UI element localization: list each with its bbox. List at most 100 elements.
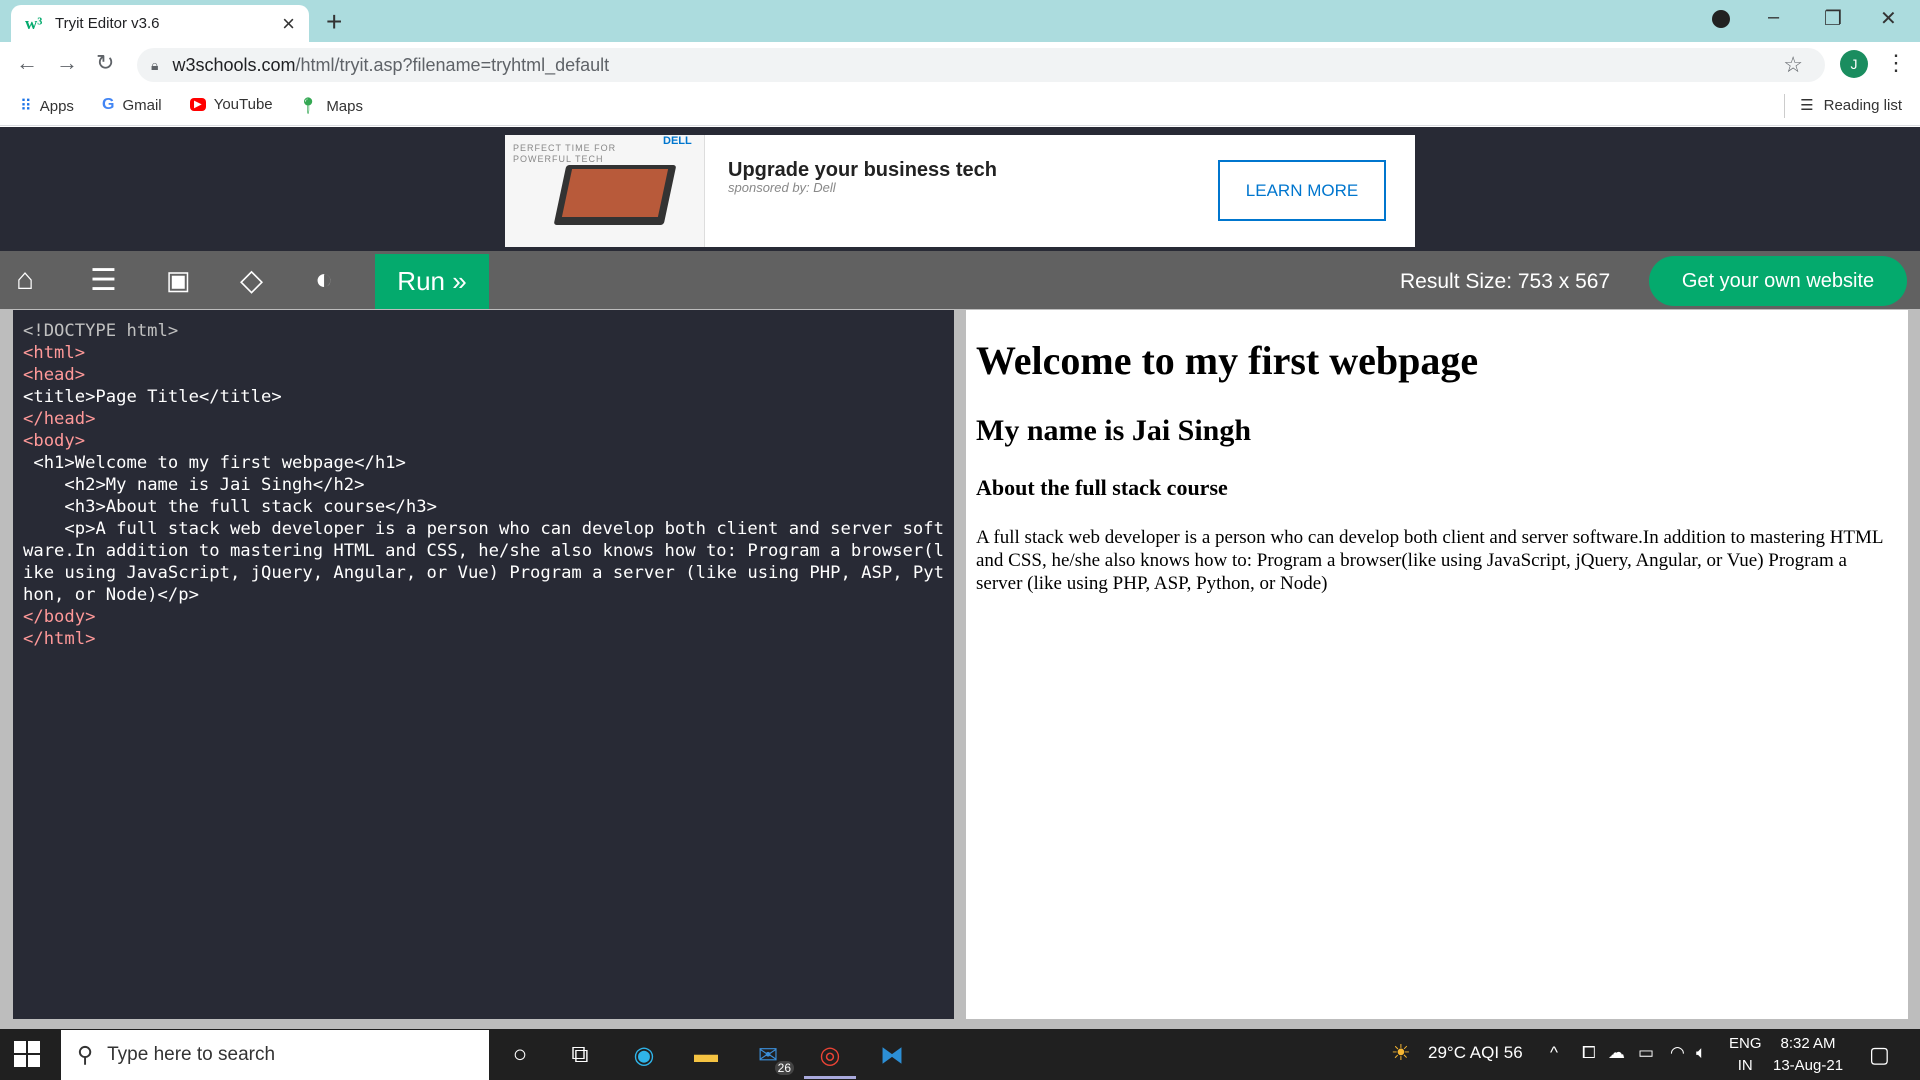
meet-now-icon[interactable]: ⧠	[1582, 1043, 1596, 1063]
url-input[interactable]: 🔒︎ w3schools.com/html/tryit.asp?filename…	[137, 48, 1825, 82]
code-line: <!DOCTYPE html>	[23, 321, 179, 341]
notification-icon[interactable]: ▢	[1869, 1042, 1890, 1068]
code-line: <p>A full stack web developer is a perso…	[23, 519, 944, 605]
code-line: </html>	[23, 629, 96, 649]
browser-tab-bar: w³ Tryit Editor v3.6 × + – ❐ ✕	[0, 0, 1920, 42]
battery-icon[interactable]: ▭	[1638, 1043, 1654, 1063]
back-icon[interactable]: ←	[16, 50, 38, 76]
wifi-icon[interactable]: ◠	[1670, 1043, 1685, 1063]
weather-text[interactable]: 29°C AQI 56	[1428, 1043, 1523, 1063]
result-heading-2: My name is Jai Singh	[976, 414, 1252, 447]
tab-search-icon[interactable]	[1712, 10, 1730, 28]
code-line: <title>Page Title</title>	[23, 387, 282, 407]
tab-title: Tryit Editor v3.6	[55, 15, 160, 32]
result-frame: Welcome to my first webpage My name is J…	[966, 310, 1908, 1019]
taskbar-search-input[interactable]: ⚲ Type here to search	[61, 1030, 489, 1080]
ad-text: Upgrade your business tech sponsored by:…	[728, 159, 997, 195]
result-paragraph: A full stack web developer is a person w…	[976, 527, 1883, 594]
forward-icon[interactable]: →	[56, 50, 78, 76]
google-icon: G	[102, 96, 115, 113]
file-explorer-icon[interactable]: ▬	[686, 1039, 726, 1071]
weather-icon: ☀	[1391, 1040, 1411, 1065]
browser-menu-icon[interactable]: ⋮	[1885, 50, 1907, 76]
reading-list-label: Reading list	[1823, 96, 1902, 114]
lock-icon: 🔒︎	[151, 56, 159, 73]
code-line: <body>	[23, 431, 86, 451]
ad-strip: PERFECT TIME FOR POWERFUL TECH DELL Upgr…	[0, 127, 1920, 251]
close-window-icon[interactable]: ✕	[1880, 6, 1897, 31]
search-icon: ⚲	[77, 1042, 94, 1067]
profile-avatar[interactable]: J	[1840, 50, 1868, 78]
mail-icon[interactable]: ✉ 26	[748, 1039, 794, 1075]
menu-icon[interactable]: ☰	[90, 263, 117, 298]
bookmark-gmail[interactable]: G Gmail	[102, 96, 162, 114]
ad-image: PERFECT TIME FOR POWERFUL TECH DELL	[505, 135, 705, 247]
save-icon[interactable]: ▣	[166, 265, 191, 296]
close-tab-icon[interactable]: ×	[282, 11, 295, 37]
code-line: <html>	[23, 343, 86, 363]
bookmarks-bar: ⠿ Apps G Gmail ▶ YouTube 📍︎ Maps ☰ Reading li…	[0, 88, 1920, 126]
ad-tagline: PERFECT TIME FOR POWERFUL TECH	[513, 143, 617, 164]
url-path: /html/tryit.asp?filename=tryhtml_default	[295, 54, 610, 75]
ad-sponsor: sponsored by: Dell	[728, 180, 836, 195]
new-tab-icon[interactable]: +	[326, 6, 342, 38]
chrome-icon[interactable]: ◎	[804, 1039, 856, 1079]
code-line: </body>	[23, 607, 96, 627]
windows-taskbar: ⚲ Type here to search ○ ⧉ ◉ ▬ ✉ 26 ◎ ⧓ ☀ 2…	[0, 1029, 1920, 1080]
dell-logo: DELL	[663, 135, 692, 147]
volume-icon[interactable]: 🔈︎	[1696, 1043, 1706, 1063]
clock[interactable]: 8:32 AM 13-Aug-21	[1773, 1033, 1843, 1077]
tryit-toolbar: ⌂ ☰ ▣ ◇ ◐ Run » Result Size: 753 x 567 G…	[0, 251, 1920, 309]
bookmark-label: YouTube	[213, 96, 273, 113]
bookmark-label: Gmail	[122, 96, 162, 114]
code-line: <h1>Welcome to my first webpage</h1>	[23, 453, 406, 473]
reload-icon[interactable]: ↻	[96, 50, 114, 76]
code-line: <h3>About the full stack course</h3>	[23, 497, 437, 517]
bookmark-label: Maps	[326, 97, 363, 115]
language-indicator[interactable]: ENG IN	[1729, 1033, 1762, 1077]
code-editor[interactable]: <!DOCTYPE html> <html> <head> <title>Pag…	[13, 310, 954, 1019]
learn-more-button[interactable]: LEARN MORE	[1218, 160, 1386, 221]
bookmark-star-icon[interactable]: ☆	[1783, 52, 1803, 78]
rotate-icon[interactable]: ◇	[240, 263, 263, 298]
cortana-icon[interactable]: ○	[500, 1039, 540, 1071]
onedrive-icon[interactable]: ☁	[1608, 1043, 1625, 1063]
chevron-up-icon[interactable]: ^	[1550, 1043, 1558, 1063]
result-size-label: Result Size: 753 x 567	[1400, 270, 1611, 293]
bookmark-youtube[interactable]: ▶ YouTube	[190, 96, 273, 113]
maps-icon: 📍︎	[298, 98, 319, 115]
browser-tab[interactable]: w³ Tryit Editor v3.6 ×	[11, 5, 309, 42]
url-host: w3schools.com	[172, 54, 296, 75]
lang-bottom: IN	[1737, 1057, 1753, 1074]
youtube-icon: ▶	[190, 98, 206, 111]
task-view-icon[interactable]: ⧉	[560, 1039, 600, 1071]
edge-icon[interactable]: ◉	[624, 1039, 664, 1071]
bookmark-maps[interactable]: 📍︎ Maps	[298, 96, 363, 116]
bookmark-label: Apps	[39, 97, 74, 115]
laptop-screen	[561, 169, 669, 217]
contrast-icon[interactable]: ◐	[315, 263, 333, 297]
code-line: </head>	[23, 409, 96, 429]
reading-list-button[interactable]: ☰ Reading list	[1784, 94, 1902, 118]
vscode-icon[interactable]: ⧓	[872, 1039, 912, 1071]
editor-area: <!DOCTYPE html> <html> <head> <title>Pag…	[0, 309, 1920, 1029]
run-button[interactable]: Run »	[375, 254, 489, 309]
home-icon[interactable]: ⌂	[16, 263, 34, 297]
address-bar-row: ← → ↻ 🔒︎ w3schools.com/html/tryit.asp?fi…	[0, 42, 1920, 88]
result-heading-1: Welcome to my first webpage	[976, 338, 1479, 383]
apps-grid-icon: ⠿	[20, 98, 32, 115]
windows-start-icon[interactable]	[14, 1041, 40, 1067]
lang-top: ENG	[1729, 1035, 1762, 1052]
result-heading-3: About the full stack course	[976, 475, 1228, 500]
mail-badge: 26	[774, 1061, 794, 1075]
restore-icon[interactable]: ❐	[1824, 6, 1842, 31]
minimize-icon[interactable]: –	[1768, 6, 1779, 29]
ad-headline: Upgrade your business tech	[728, 159, 997, 181]
clock-time: 8:32 AM	[1780, 1035, 1836, 1052]
bookmark-apps[interactable]: ⠿ Apps	[20, 96, 74, 116]
clock-date: 13-Aug-21	[1773, 1057, 1844, 1074]
reading-list-icon: ☰	[1800, 97, 1814, 114]
code-line: <h2>My name is Jai Singh</h2>	[23, 475, 365, 495]
ad-banner[interactable]: PERFECT TIME FOR POWERFUL TECH DELL Upgr…	[505, 135, 1415, 247]
get-your-own-website-button[interactable]: Get your own website	[1649, 256, 1907, 306]
